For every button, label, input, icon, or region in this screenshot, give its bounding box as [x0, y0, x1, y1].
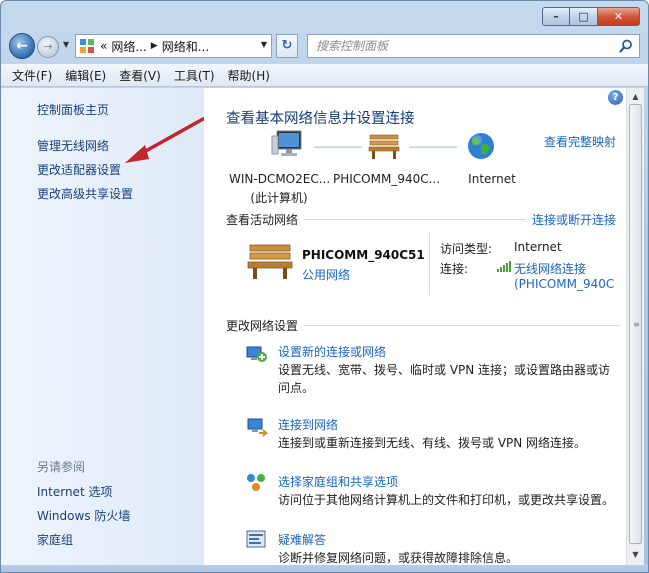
title-bar[interactable]: – □ ✕ [1, 1, 648, 31]
task-connect-network-desc: 连接到或重新连接到无线、有线、拨号或 VPN 网络连接。 [278, 436, 587, 450]
address-bar[interactable]: « 网络... ▶ 网络和... ▼ [75, 34, 272, 58]
network-type-link[interactable]: 公用网络 [302, 266, 350, 283]
menu-tools[interactable]: 工具(T) [174, 67, 215, 84]
minimize-button[interactable]: – [542, 7, 570, 26]
search-input[interactable] [308, 35, 608, 57]
wireless-connection-link[interactable]: 无线网络连接 [514, 260, 586, 277]
computer-icon [271, 130, 302, 156]
access-type-label: 访问类型: [440, 242, 493, 256]
breadcrumb-separator-icon[interactable]: ▶ [151, 41, 158, 51]
address-dropdown-icon[interactable]: ▼ [261, 40, 267, 49]
sidebar-link-advanced-sharing[interactable]: 更改高级共享设置 [37, 185, 133, 202]
connector-line [409, 146, 457, 148]
wireless-connection-ssid-link[interactable]: (PHICOMM_940C [514, 277, 614, 291]
bench-network-icon [247, 244, 293, 279]
internet-globe-icon [468, 133, 494, 159]
sidebar-link-manage-wireless[interactable]: 管理无线网络 [37, 137, 109, 154]
connect-disconnect-link[interactable]: 连接或断开连接 [532, 211, 616, 228]
menu-bar: 文件(F) 编辑(E) 查看(V) 工具(T) 帮助(H) [1, 63, 648, 87]
recent-pages-dropdown-icon[interactable]: ▼ [63, 40, 69, 49]
task-homegroup-desc: 访问位于其他网络计算机上的文件和打印机，或更改共享设置。 [278, 493, 615, 507]
scroll-grip-icon: ≡ [633, 320, 640, 329]
scroll-down-icon[interactable]: ▼ [629, 548, 642, 561]
homegroup-icon [247, 474, 265, 491]
section-divider [304, 325, 620, 326]
task-setup-connection-desc: 设置无线、宽带、拨号、临时或 VPN 连接；或设置路由器或访问点。 [278, 363, 611, 395]
internet-label: Internet [468, 172, 516, 186]
caption-buttons: – □ ✕ [542, 7, 640, 26]
see-also-homegroup[interactable]: 家庭组 [37, 531, 73, 548]
computer-name-label: WIN-DCMO2EC... [229, 172, 331, 186]
annotation-arrow-icon [125, 117, 205, 163]
menu-edit[interactable]: 编辑(E) [65, 67, 106, 84]
see-also-heading: 另请参阅 [37, 460, 86, 474]
section-divider [304, 219, 526, 220]
connections-label: 连接: [440, 262, 469, 276]
network-name-label: PHICOMM_940C... [333, 172, 441, 186]
sidebar-link-change-adapter[interactable]: 更改适配器设置 [37, 161, 121, 178]
maximize-button[interactable]: □ [570, 7, 598, 26]
view-full-map-link[interactable]: 查看完整映射 [544, 133, 616, 150]
main-content: ? 查看基本网络信息并设置连接 查看完整映射 WIN-DCMO2EC... (此… [204, 88, 626, 565]
help-icon[interactable]: ? [608, 90, 623, 105]
see-also-internet-options[interactable]: Internet 选项 [37, 483, 112, 500]
scroll-up-icon[interactable]: ▲ [629, 90, 642, 103]
bench-network-icon [368, 134, 400, 159]
access-type-value: Internet [514, 240, 562, 254]
change-settings-heading: 更改网络设置 [226, 319, 299, 333]
address-prefix[interactable]: « [100, 39, 107, 53]
close-button[interactable]: ✕ [598, 7, 640, 26]
control-panel-icon [80, 39, 96, 53]
active-network-name: PHICOMM_940C51 [302, 248, 425, 262]
task-connect-network-link[interactable]: 连接到网络 [278, 416, 338, 433]
back-button[interactable]: ← [9, 33, 35, 59]
search-box[interactable] [307, 34, 640, 58]
task-troubleshoot-link[interactable]: 疑难解答 [278, 531, 326, 548]
sidebar-link-control-panel-home[interactable]: 控制面板主页 [37, 101, 109, 118]
navigation-bar: ← → ▼ « 网络... ▶ 网络和... ▼ ↻ [1, 31, 648, 63]
troubleshoot-icon [246, 530, 266, 548]
see-also-windows-firewall[interactable]: Windows 防火墙 [37, 507, 130, 524]
active-networks-heading: 查看活动网络 [226, 213, 299, 227]
vertical-scrollbar[interactable]: ▲ ≡ ▼ [626, 88, 644, 565]
task-homegroup-link[interactable]: 选择家庭组和共享选项 [278, 473, 398, 490]
new-connection-icon [246, 346, 267, 362]
breadcrumb-network-internet[interactable]: 网络... [111, 38, 146, 55]
menu-view[interactable]: 查看(V) [119, 67, 161, 84]
vertical-divider [429, 233, 430, 295]
connector-line [314, 146, 362, 148]
menu-help[interactable]: 帮助(H) [228, 67, 270, 84]
wireless-signal-icon [497, 261, 511, 272]
connect-to-network-icon [247, 418, 268, 437]
breadcrumb-network-sharing[interactable]: 网络和... [162, 38, 209, 55]
menu-file[interactable]: 文件(F) [12, 67, 52, 84]
refresh-button[interactable]: ↻ [276, 34, 298, 58]
forward-button[interactable]: → [37, 36, 59, 58]
scroll-thumb[interactable]: ≡ [629, 104, 642, 544]
this-computer-label: (此计算机) [250, 191, 308, 205]
page-title: 查看基本网络信息并设置连接 [226, 111, 415, 127]
search-icon[interactable] [619, 39, 633, 53]
control-panel-window: – □ ✕ ← → ▼ « 网络... ▶ 网络和... ▼ ↻ 搜索控制面板 … [0, 0, 649, 573]
window-frame-bottom [1, 565, 648, 572]
task-setup-connection-link[interactable]: 设置新的连接或网络 [278, 343, 386, 360]
